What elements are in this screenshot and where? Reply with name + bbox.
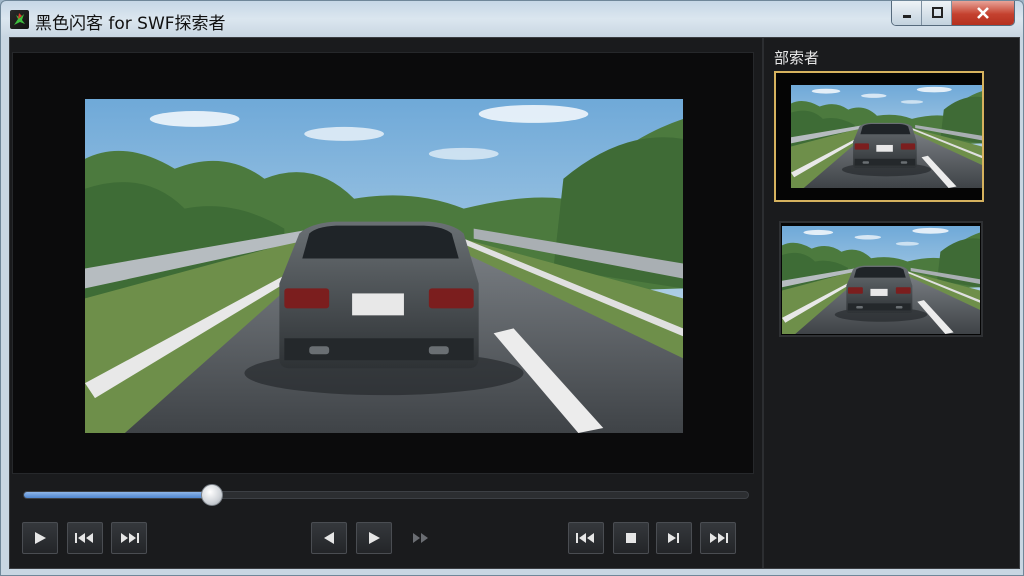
app-logo-icon [10, 10, 29, 29]
sidebar-title: 部索者 [774, 49, 820, 67]
fast-forward-button[interactable] [111, 522, 147, 554]
skip-to-end-button[interactable] [700, 522, 736, 554]
previous-frame-icon [324, 532, 334, 544]
previous-frame-button[interactable] [311, 522, 347, 554]
minimize-icon [902, 15, 911, 18]
next-frame-icon-disabled [413, 533, 428, 543]
stop-icon [626, 533, 636, 543]
close-icon [977, 7, 989, 19]
skip-to-start-icon [576, 533, 594, 543]
app-window: 黑色闪客 for SWF探索者 部索者 [0, 0, 1024, 576]
minimize-button[interactable] [892, 1, 922, 25]
video-player[interactable] [12, 52, 754, 474]
window-controls [891, 1, 1015, 26]
seek-bar-progress [24, 492, 213, 498]
thumbnail-2[interactable] [779, 221, 983, 337]
seek-bar[interactable] [23, 484, 749, 506]
thumbnail-1-image [791, 85, 982, 188]
play-icon [369, 532, 380, 544]
thumbnail-2-image [782, 226, 980, 334]
thumbnail-1[interactable] [774, 71, 984, 202]
window-title: 黑色闪客 for SWF探索者 [35, 14, 226, 34]
video-frame [85, 99, 683, 433]
play-button[interactable] [22, 522, 58, 554]
step-forward-button[interactable] [656, 522, 692, 554]
fast-forward-icon [121, 533, 139, 543]
seek-handle[interactable] [201, 484, 224, 506]
skip-to-end-icon [710, 533, 728, 543]
stop-button[interactable] [613, 522, 649, 554]
close-button[interactable] [952, 1, 1014, 25]
panel-divider [762, 38, 764, 568]
play-icon [35, 532, 46, 544]
center-play-button[interactable] [356, 522, 392, 554]
next-frame-button[interactable] [403, 522, 439, 554]
maximize-icon [931, 7, 943, 18]
rewind-button[interactable] [67, 522, 103, 554]
rewind-icon [75, 533, 93, 543]
step-forward-icon [668, 533, 679, 543]
main-panel: 部索者 [9, 37, 1020, 569]
title-bar[interactable]: 黑色闪客 for SWF探索者 [1, 1, 1023, 37]
skip-to-start-button[interactable] [568, 522, 604, 554]
maximize-button[interactable] [922, 1, 952, 25]
